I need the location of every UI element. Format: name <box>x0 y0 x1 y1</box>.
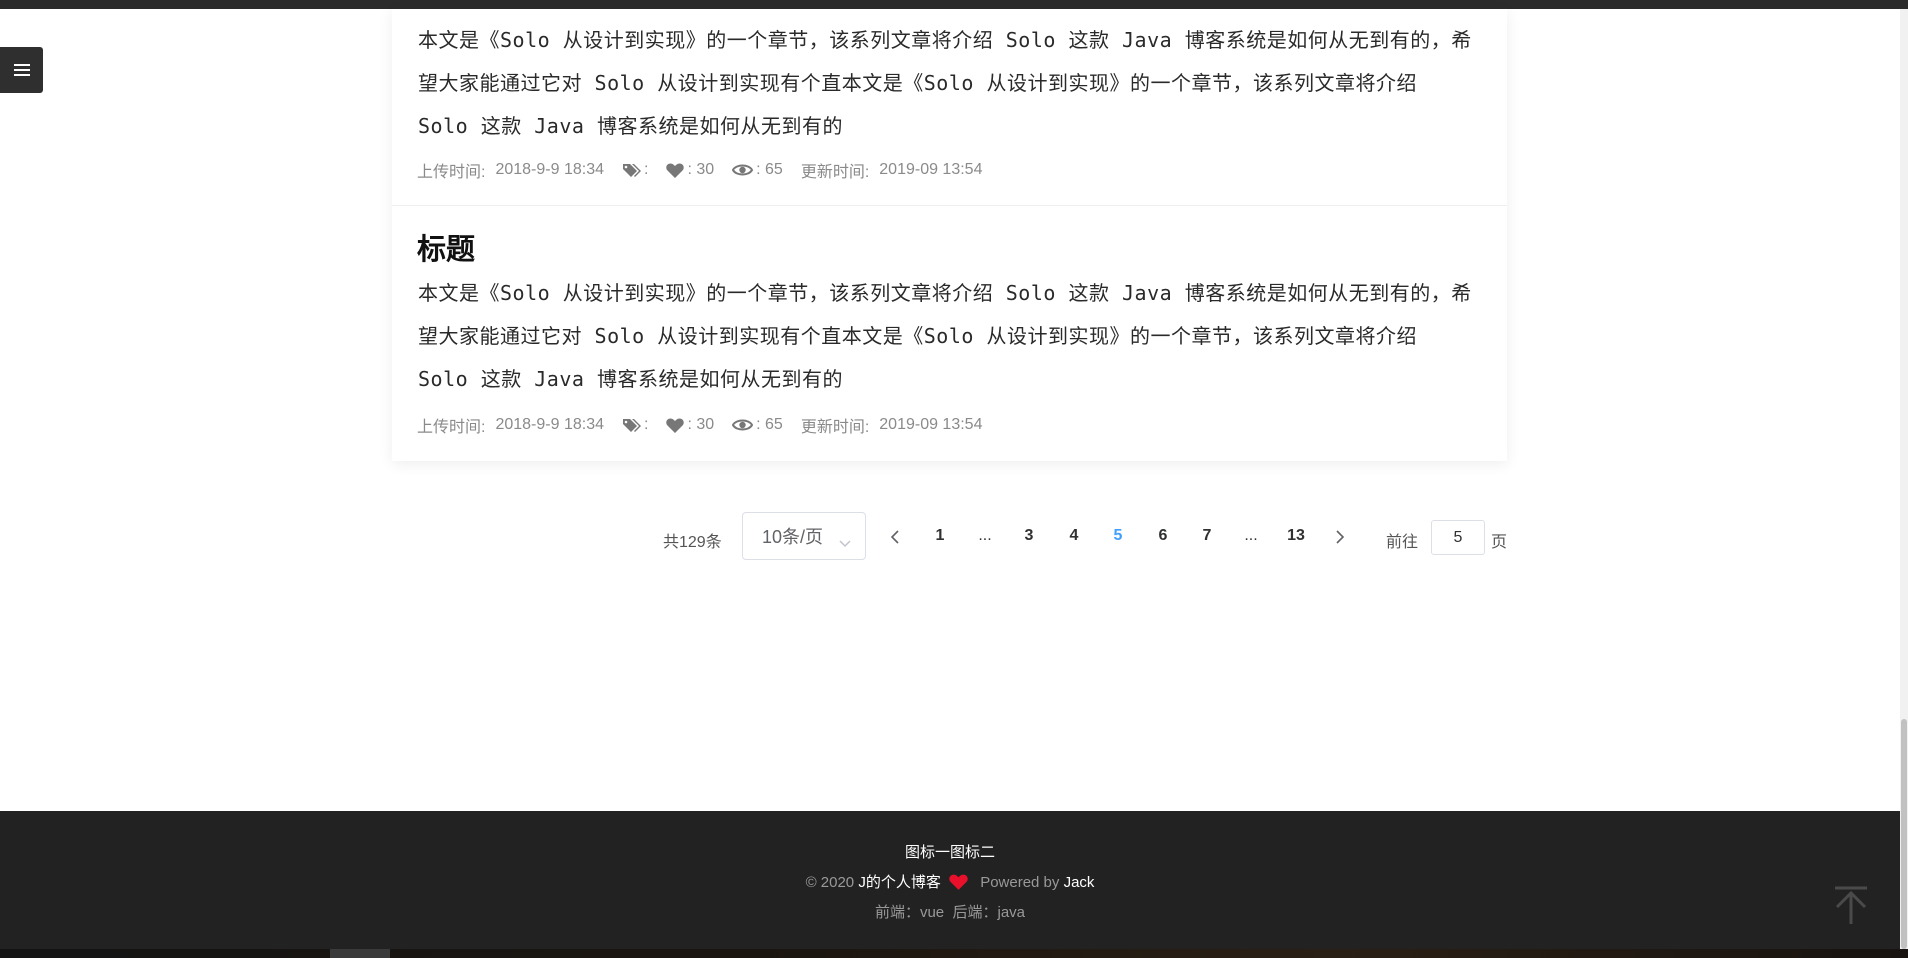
footer-copyright-line: © 2020 J的个人博客 Powered by Jack <box>0 871 1900 894</box>
footer-tech-line: 前端：vue 后端：java <box>874 904 1026 921</box>
page-number[interactable]: 13 <box>1281 527 1311 545</box>
post-list: 本文是《Solo 从设计到实现》的一个章节，该系列文章将介绍 Solo 这款 J… <box>392 9 1507 461</box>
goto-page-input[interactable] <box>1431 520 1485 555</box>
scrollbar-thumb[interactable] <box>1901 719 1907 949</box>
footer-icons-text: 图标一图标二 <box>904 844 995 861</box>
page-number[interactable]: 7 <box>1192 527 1222 545</box>
footer: 图标一图标二 © 2020 J的个人博客 Powered by Jack 前端：… <box>0 811 1900 949</box>
page-ellipsis[interactable]: ... <box>970 527 1000 545</box>
powered-by-text: Powered by <box>980 874 1060 891</box>
post-meta: 上传时间: 2018-9-9 18:34 : : 30 : 65 更新时间: 2… <box>417 159 982 181</box>
goto-label: 前往 <box>1386 534 1419 551</box>
tag-icon <box>622 163 641 178</box>
page-number[interactable]: 1 <box>925 527 955 545</box>
page-number[interactable]: 6 <box>1148 527 1178 545</box>
next-page-button[interactable] <box>1335 529 1345 550</box>
menu-toggle-button[interactable] <box>0 47 43 93</box>
post-excerpt: 本文是《Solo 从设计到实现》的一个章节，该系列文章将介绍 Solo 这款 J… <box>418 28 1472 138</box>
update-time: 2019-09 13:54 <box>879 161 983 178</box>
likes-count: : 30 <box>687 416 715 433</box>
heart-icon[interactable] <box>666 163 685 178</box>
heart-icon <box>949 874 968 894</box>
page-scrollbar[interactable] <box>1900 9 1908 949</box>
page-number[interactable]: 4 <box>1059 527 1089 545</box>
tags-text: : <box>643 416 649 433</box>
chevron-right-icon <box>1336 530 1345 544</box>
copyright-text: © 2020 <box>805 874 855 891</box>
heart-icon[interactable] <box>666 418 685 433</box>
eye-icon <box>732 163 754 177</box>
update-time-label: 更新时间: <box>800 419 870 436</box>
taskbar-tab[interactable] <box>330 949 390 958</box>
back-to-top-button[interactable] <box>1833 885 1869 925</box>
page-size-value: 10条/页 <box>762 527 824 547</box>
prev-page-button[interactable] <box>890 529 900 550</box>
update-time-label: 更新时间: <box>800 164 870 181</box>
menu-icon <box>13 64 30 76</box>
author-link[interactable]: Jack <box>1064 874 1095 891</box>
views-count: : 65 <box>756 161 783 178</box>
upload-time-label: 上传时间: <box>417 164 486 181</box>
likes-count: : 30 <box>687 161 715 178</box>
page-size-select[interactable]: 10条/页 <box>742 512 866 560</box>
chevron-left-icon <box>890 530 899 544</box>
post-item[interactable]: 本文是《Solo 从设计到实现》的一个章节，该系列文章将介绍 Solo 这款 J… <box>392 9 1507 206</box>
taskbar-strip <box>0 949 1908 958</box>
blog-name-link[interactable]: J的个人博客 <box>858 874 941 891</box>
update-time: 2019-09 13:54 <box>879 416 983 433</box>
page-suffix-label: 页 <box>1491 534 1508 551</box>
post-excerpt: 本文是《Solo 从设计到实现》的一个章节，该系列文章将介绍 Solo 这款 J… <box>418 281 1472 391</box>
upload-time: 2018-9-9 18:34 <box>495 161 604 178</box>
top-bar <box>0 0 1908 9</box>
page-number[interactable]: 3 <box>1014 527 1044 545</box>
views-count: : 65 <box>756 416 783 433</box>
eye-icon <box>732 418 754 432</box>
chevron-down-icon <box>839 532 851 553</box>
arrow-up-icon <box>1835 886 1867 924</box>
pagination-total: 共129条 <box>663 534 722 551</box>
post-item[interactable]: 标题 本文是《Solo 从设计到实现》的一个章节，该系列文章将介绍 Solo 这… <box>392 206 1507 461</box>
post-title[interactable]: 标题 <box>417 226 475 268</box>
page-ellipsis[interactable]: ... <box>1236 527 1266 545</box>
page-number-current[interactable]: 5 <box>1103 527 1133 545</box>
tag-icon <box>622 418 641 433</box>
post-meta: 上传时间: 2018-9-9 18:34 : : 30 : 65 更新时间: 2… <box>417 414 982 436</box>
upload-time: 2018-9-9 18:34 <box>495 416 604 433</box>
pagination: 共129条 10条/页 1 ... 3 4 5 6 7 ... 13 前往 页 <box>0 512 1908 562</box>
upload-time-label: 上传时间: <box>417 419 486 436</box>
tags-text: : <box>643 161 649 178</box>
